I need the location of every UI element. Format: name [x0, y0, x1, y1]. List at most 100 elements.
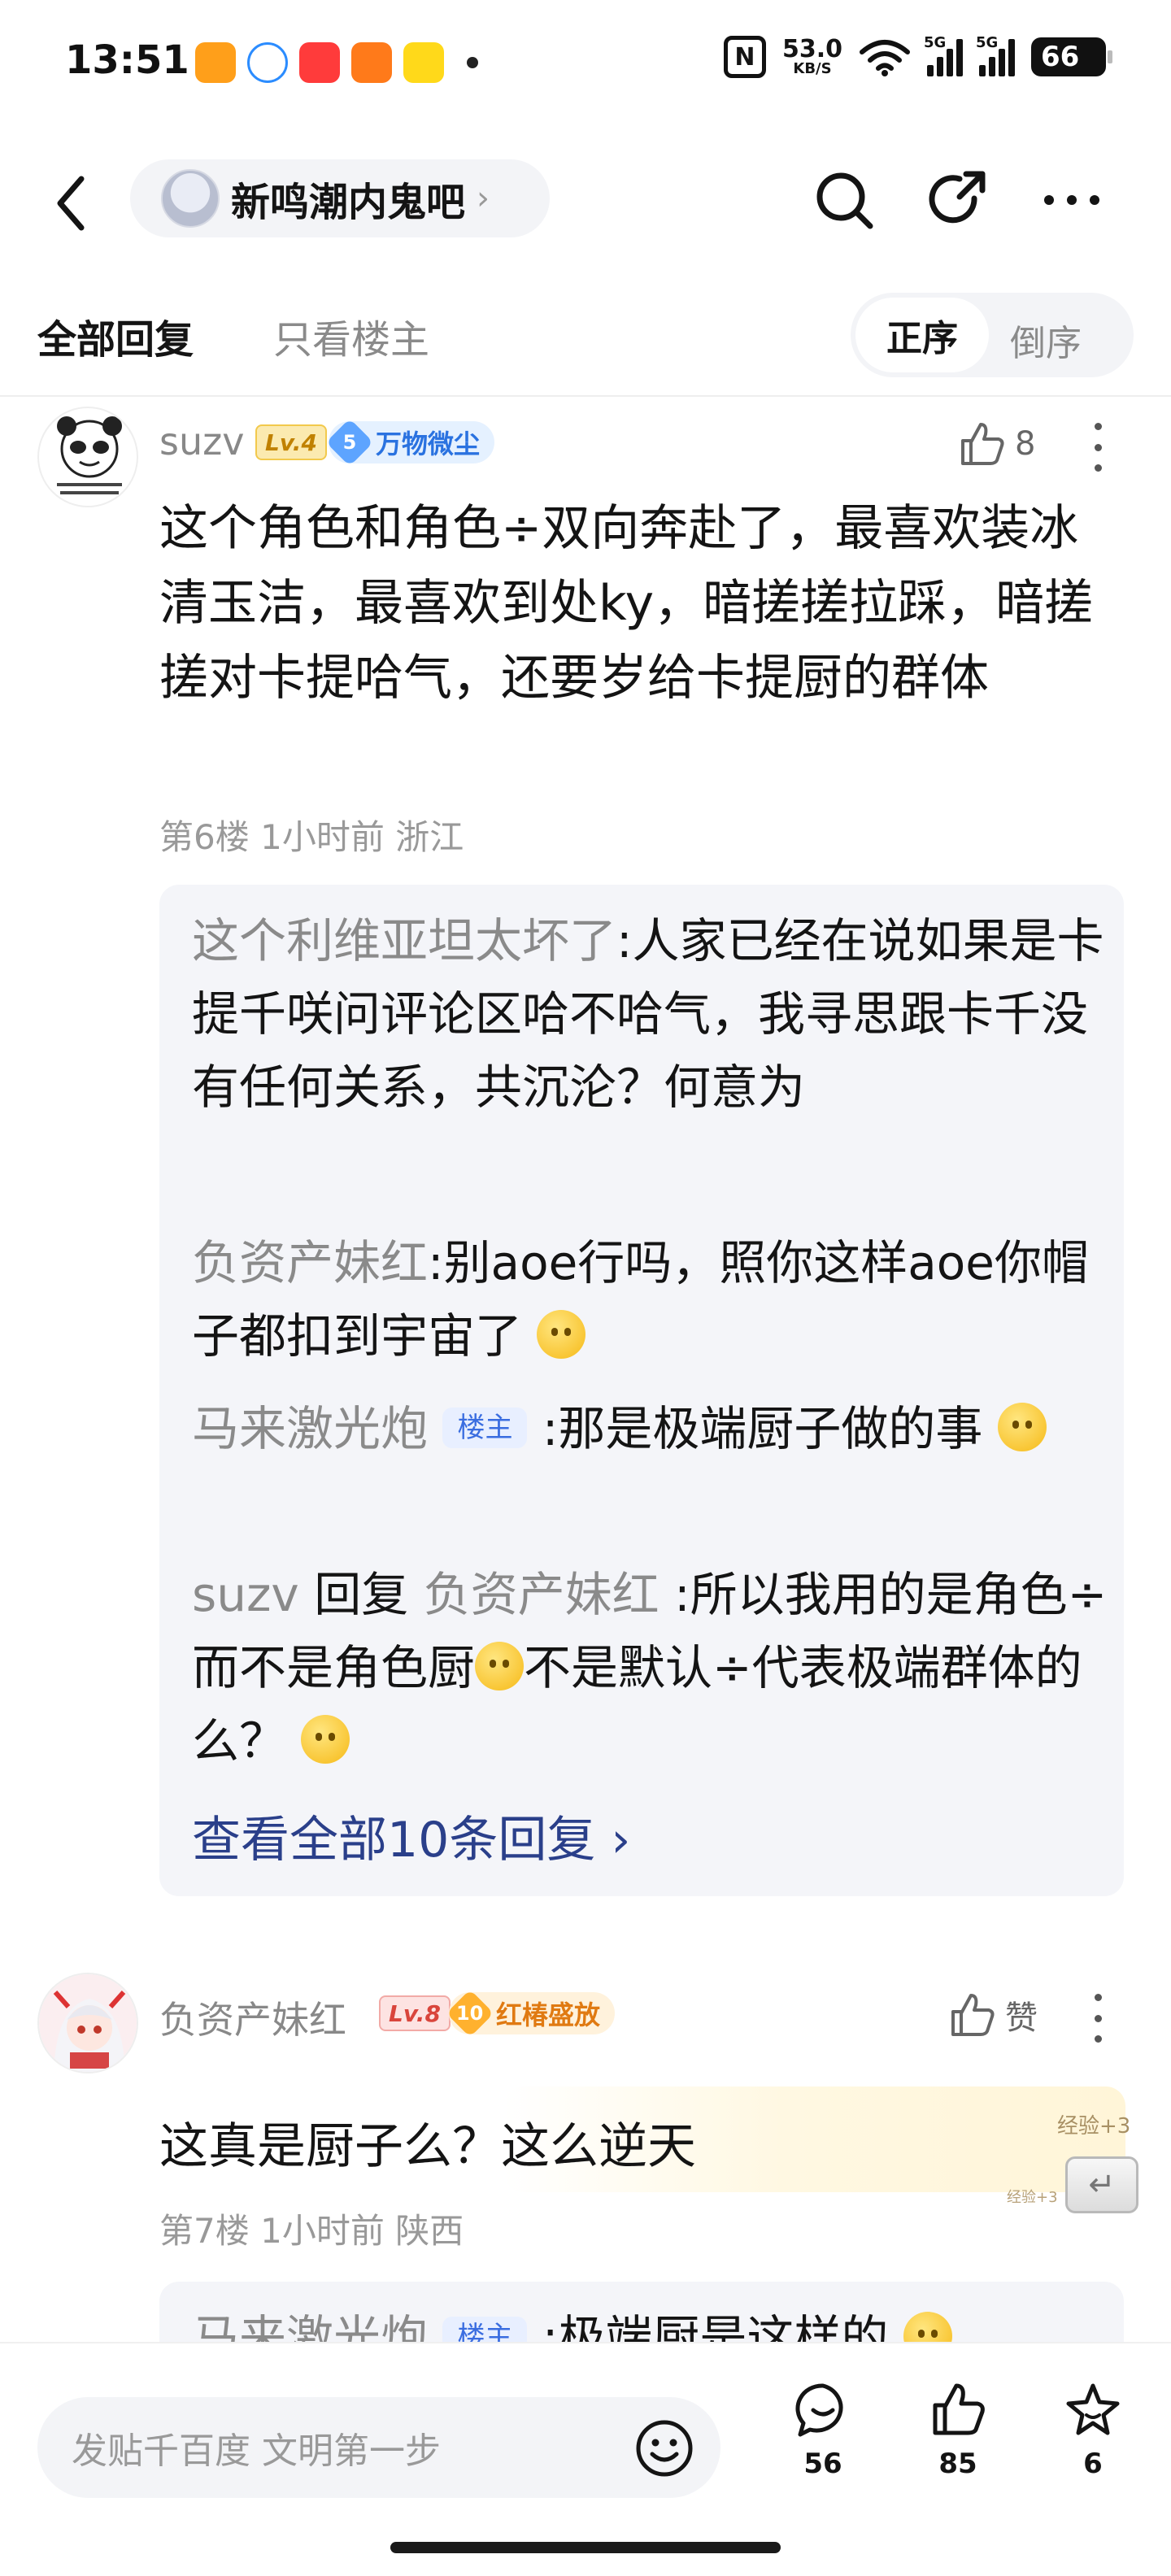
more-notifications-dot	[467, 57, 478, 68]
experience-gain-label: 经验+3	[1057, 2114, 1131, 2139]
favorite-action-button[interactable]: 6	[1044, 2381, 1142, 2480]
network-speed: 53.0 KB/S	[782, 37, 842, 76]
smile-emoji-icon	[997, 1403, 1047, 1451]
badge-label: 万物微尘	[376, 429, 481, 459]
order-desc-button[interactable]: 倒序	[1010, 314, 1082, 366]
comment-input[interactable]: 发贴千百度 文明第一步	[37, 2397, 720, 2498]
anime-girl-avatar-icon	[39, 1974, 137, 2072]
experience-gain-small: 经验+3	[1007, 2189, 1058, 2206]
network-speed-value: 53.0	[781, 35, 842, 63]
app-notification-icon	[247, 42, 288, 83]
op-tag: 楼主	[442, 1408, 528, 1448]
level-badge: Lv.8	[379, 1995, 451, 2031]
comment-count: 56	[803, 2448, 842, 2480]
floor-number: 第6楼	[159, 817, 250, 857]
comment-input-placeholder: 发贴千百度 文明第一步	[72, 2430, 441, 2472]
emoji-picker-icon[interactable]	[634, 2418, 694, 2478]
battery-level: 66	[1041, 41, 1080, 73]
signal-type: 5G	[976, 34, 999, 51]
like-count: 8	[1015, 425, 1036, 463]
notification-icons	[195, 42, 478, 83]
smirk-emoji-icon	[301, 1715, 350, 1764]
network-speed-unit: KB/S	[793, 60, 832, 77]
forum-avatar	[161, 169, 220, 228]
forum-name: 新鸣潮内鬼吧	[231, 180, 466, 225]
reply-author[interactable]: 马来激光炮	[192, 1401, 428, 1456]
reply-target[interactable]: 负资产妹红	[424, 1567, 660, 1622]
comment-content: 这真是厨子么？这么逆天	[159, 2118, 696, 2175]
tab-all-replies[interactable]: 全部回复	[37, 307, 194, 364]
level-badge: Lv.4	[255, 424, 327, 460]
reply-author[interactable]: 这个利维亚坦太坏了	[192, 913, 616, 968]
cell-signal-icon: 5G	[924, 34, 963, 76]
order-asc-button[interactable]: 正序	[855, 298, 989, 372]
thumbs-up-icon	[933, 2383, 985, 2435]
sweat-emoji-icon	[475, 1642, 525, 1690]
nfc-icon: N	[723, 36, 766, 78]
member-badge: 5 万物微尘	[325, 418, 495, 467]
cell-signal-icon: 5G	[976, 34, 1015, 76]
like-label: 赞	[1005, 1999, 1038, 2037]
post-location: 浙江	[395, 817, 464, 857]
reply-word: 回复	[314, 1567, 409, 1622]
app-notification-icon	[351, 42, 392, 83]
app-notification-icon	[403, 42, 444, 83]
floor-number: 第7楼	[159, 2211, 250, 2251]
app-notification-icon	[299, 42, 340, 83]
like-action-button[interactable]: 85	[909, 2381, 1007, 2480]
sub-reply[interactable]: 这个利维亚坦太坏了:人家已经在说如果是卡提千咲问评论区哈不哈气，我寻思跟卡千没有…	[192, 904, 1119, 1124]
like-button[interactable]: 8	[958, 420, 1035, 468]
status-time: 13:51	[65, 37, 189, 83]
panda-avatar-icon	[57, 416, 122, 494]
sub-replies-box: 这个利维亚坦太坏了:人家已经在说如果是卡提千咲问评论区哈不哈气，我寻思跟卡千没有…	[159, 885, 1124, 1896]
comment-content: 这个角色和角色÷双向奔赴了，最喜欢装冰清玉洁，最喜欢到处ky，暗搓搓拉踩，暗搓搓…	[159, 500, 1094, 707]
enter-key-icon: ↵	[1065, 2156, 1138, 2213]
status-indicators: N 53.0 KB/S 5G 5G 66	[723, 34, 1112, 78]
badge-number: 10	[446, 1989, 494, 2038]
comment-meta: 第7楼 1小时前 陕西	[159, 2204, 464, 2253]
sub-reply[interactable]: suzv 回复 负资产妹红 :所以我用的是角色÷而不是角色厨 不是默认÷代表极端群…	[192, 1558, 1119, 1778]
chevron-right-icon: ›	[477, 180, 490, 217]
divider	[0, 395, 1171, 397]
comment-username[interactable]: suzv	[159, 420, 245, 463]
search-icon[interactable]	[813, 169, 875, 231]
like-button[interactable]: 赞	[948, 1991, 1038, 2039]
post-time: 1小时前	[260, 2211, 385, 2251]
thumbs-up-icon	[961, 423, 1004, 465]
favorite-count: 6	[1083, 2448, 1103, 2480]
comment-menu-icon[interactable]	[1093, 423, 1103, 472]
comment-meta: 第6楼 1小时前 浙江	[159, 810, 464, 859]
comment-menu-icon[interactable]	[1093, 1994, 1103, 2043]
comment-action-button[interactable]: 56	[774, 2381, 872, 2480]
avatar[interactable]	[37, 407, 138, 507]
app-notification-icon	[195, 42, 236, 83]
battery-icon: 66	[1031, 37, 1112, 76]
sweat-emoji-icon	[537, 1310, 586, 1359]
badge-number: 5	[325, 418, 374, 467]
tab-op-only[interactable]: 只看楼主	[273, 307, 429, 364]
thumbs-up-icon	[951, 1994, 995, 2036]
star-icon	[1066, 2383, 1120, 2435]
forum-link[interactable]: 新鸣潮内鬼吧 ›	[130, 159, 550, 237]
avatar[interactable]	[37, 1973, 138, 2073]
like-count: 85	[938, 2448, 977, 2480]
reply-author[interactable]: 负资产妹红	[192, 1235, 428, 1290]
post-location: 陕西	[395, 2211, 464, 2251]
back-arrow-icon[interactable]	[49, 171, 98, 236]
share-icon[interactable]	[927, 169, 989, 231]
comment-bubble-icon	[795, 2383, 843, 2437]
more-options-icon[interactable]	[1041, 192, 1103, 208]
bottom-action-bar: 发贴千百度 文明第一步 56 85 6	[0, 2342, 1171, 2576]
home-indicator[interactable]	[390, 2542, 781, 2553]
member-badge: 10 红椿盛放	[446, 1989, 616, 2038]
view-all-replies-link[interactable]: 查看全部10条回复 ›	[192, 1800, 630, 1871]
reply-author[interactable]: suzv	[192, 1567, 299, 1622]
sub-reply[interactable]: 负资产妹红:别aoe行吗，照你这样aoe你帽子都扣到宇宙了	[192, 1226, 1119, 1373]
post-time: 1小时前	[260, 817, 385, 857]
wifi-icon	[860, 40, 910, 76]
badge-label: 红椿盛放	[496, 1999, 601, 2030]
sub-reply[interactable]: 马来激光炮 楼主 :那是极端厨子做的事	[192, 1392, 1119, 1465]
comment-username[interactable]: 负资产妹红	[159, 1991, 346, 2044]
signal-type: 5G	[924, 34, 947, 51]
reply-text: :那是极端厨子做的事	[542, 1401, 983, 1456]
